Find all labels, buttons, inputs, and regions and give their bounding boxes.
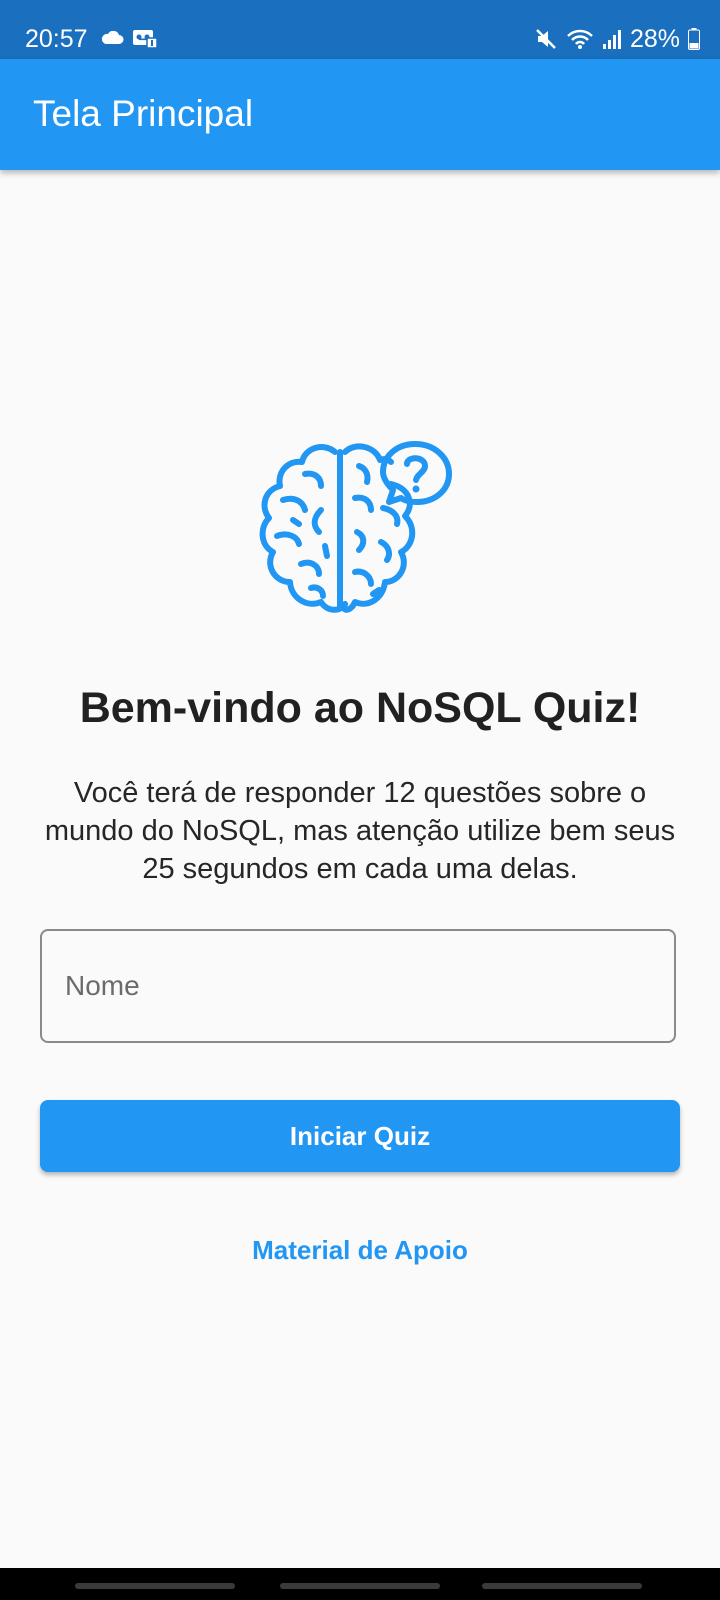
name-input[interactable] — [40, 929, 676, 1043]
nav-home-handle[interactable] — [280, 1583, 440, 1589]
start-quiz-button[interactable]: Iniciar Quiz — [40, 1100, 680, 1172]
mute-icon — [536, 29, 556, 49]
battery-icon — [688, 28, 700, 50]
voicemail-icon — [133, 30, 158, 48]
page-title: Tela Principal — [33, 93, 254, 134]
support-material-link[interactable]: Material de Apoio — [0, 1233, 720, 1267]
system-nav-bar — [0, 1568, 720, 1600]
welcome-title: Bem-vindo ao NoSQL Quiz! — [79, 684, 641, 732]
status-right: 28% — [534, 24, 700, 54]
status-bar: 20:57 28% — [0, 0, 720, 59]
nav-recents-handle[interactable] — [75, 1583, 235, 1589]
cloud-icon — [101, 31, 124, 44]
quiz-description: Você terá de responder 12 questões sobre… — [44, 777, 676, 885]
battery-text: 28% — [629, 25, 680, 53]
signal-icon — [602, 30, 621, 49]
status-time: 20:57 — [25, 25, 88, 53]
app-bar: Tela Principal — [0, 59, 720, 170]
wifi-icon — [567, 29, 593, 49]
status-left-icons — [100, 28, 158, 48]
brain-question-icon — [259, 441, 452, 613]
nav-back-handle[interactable] — [482, 1583, 642, 1589]
